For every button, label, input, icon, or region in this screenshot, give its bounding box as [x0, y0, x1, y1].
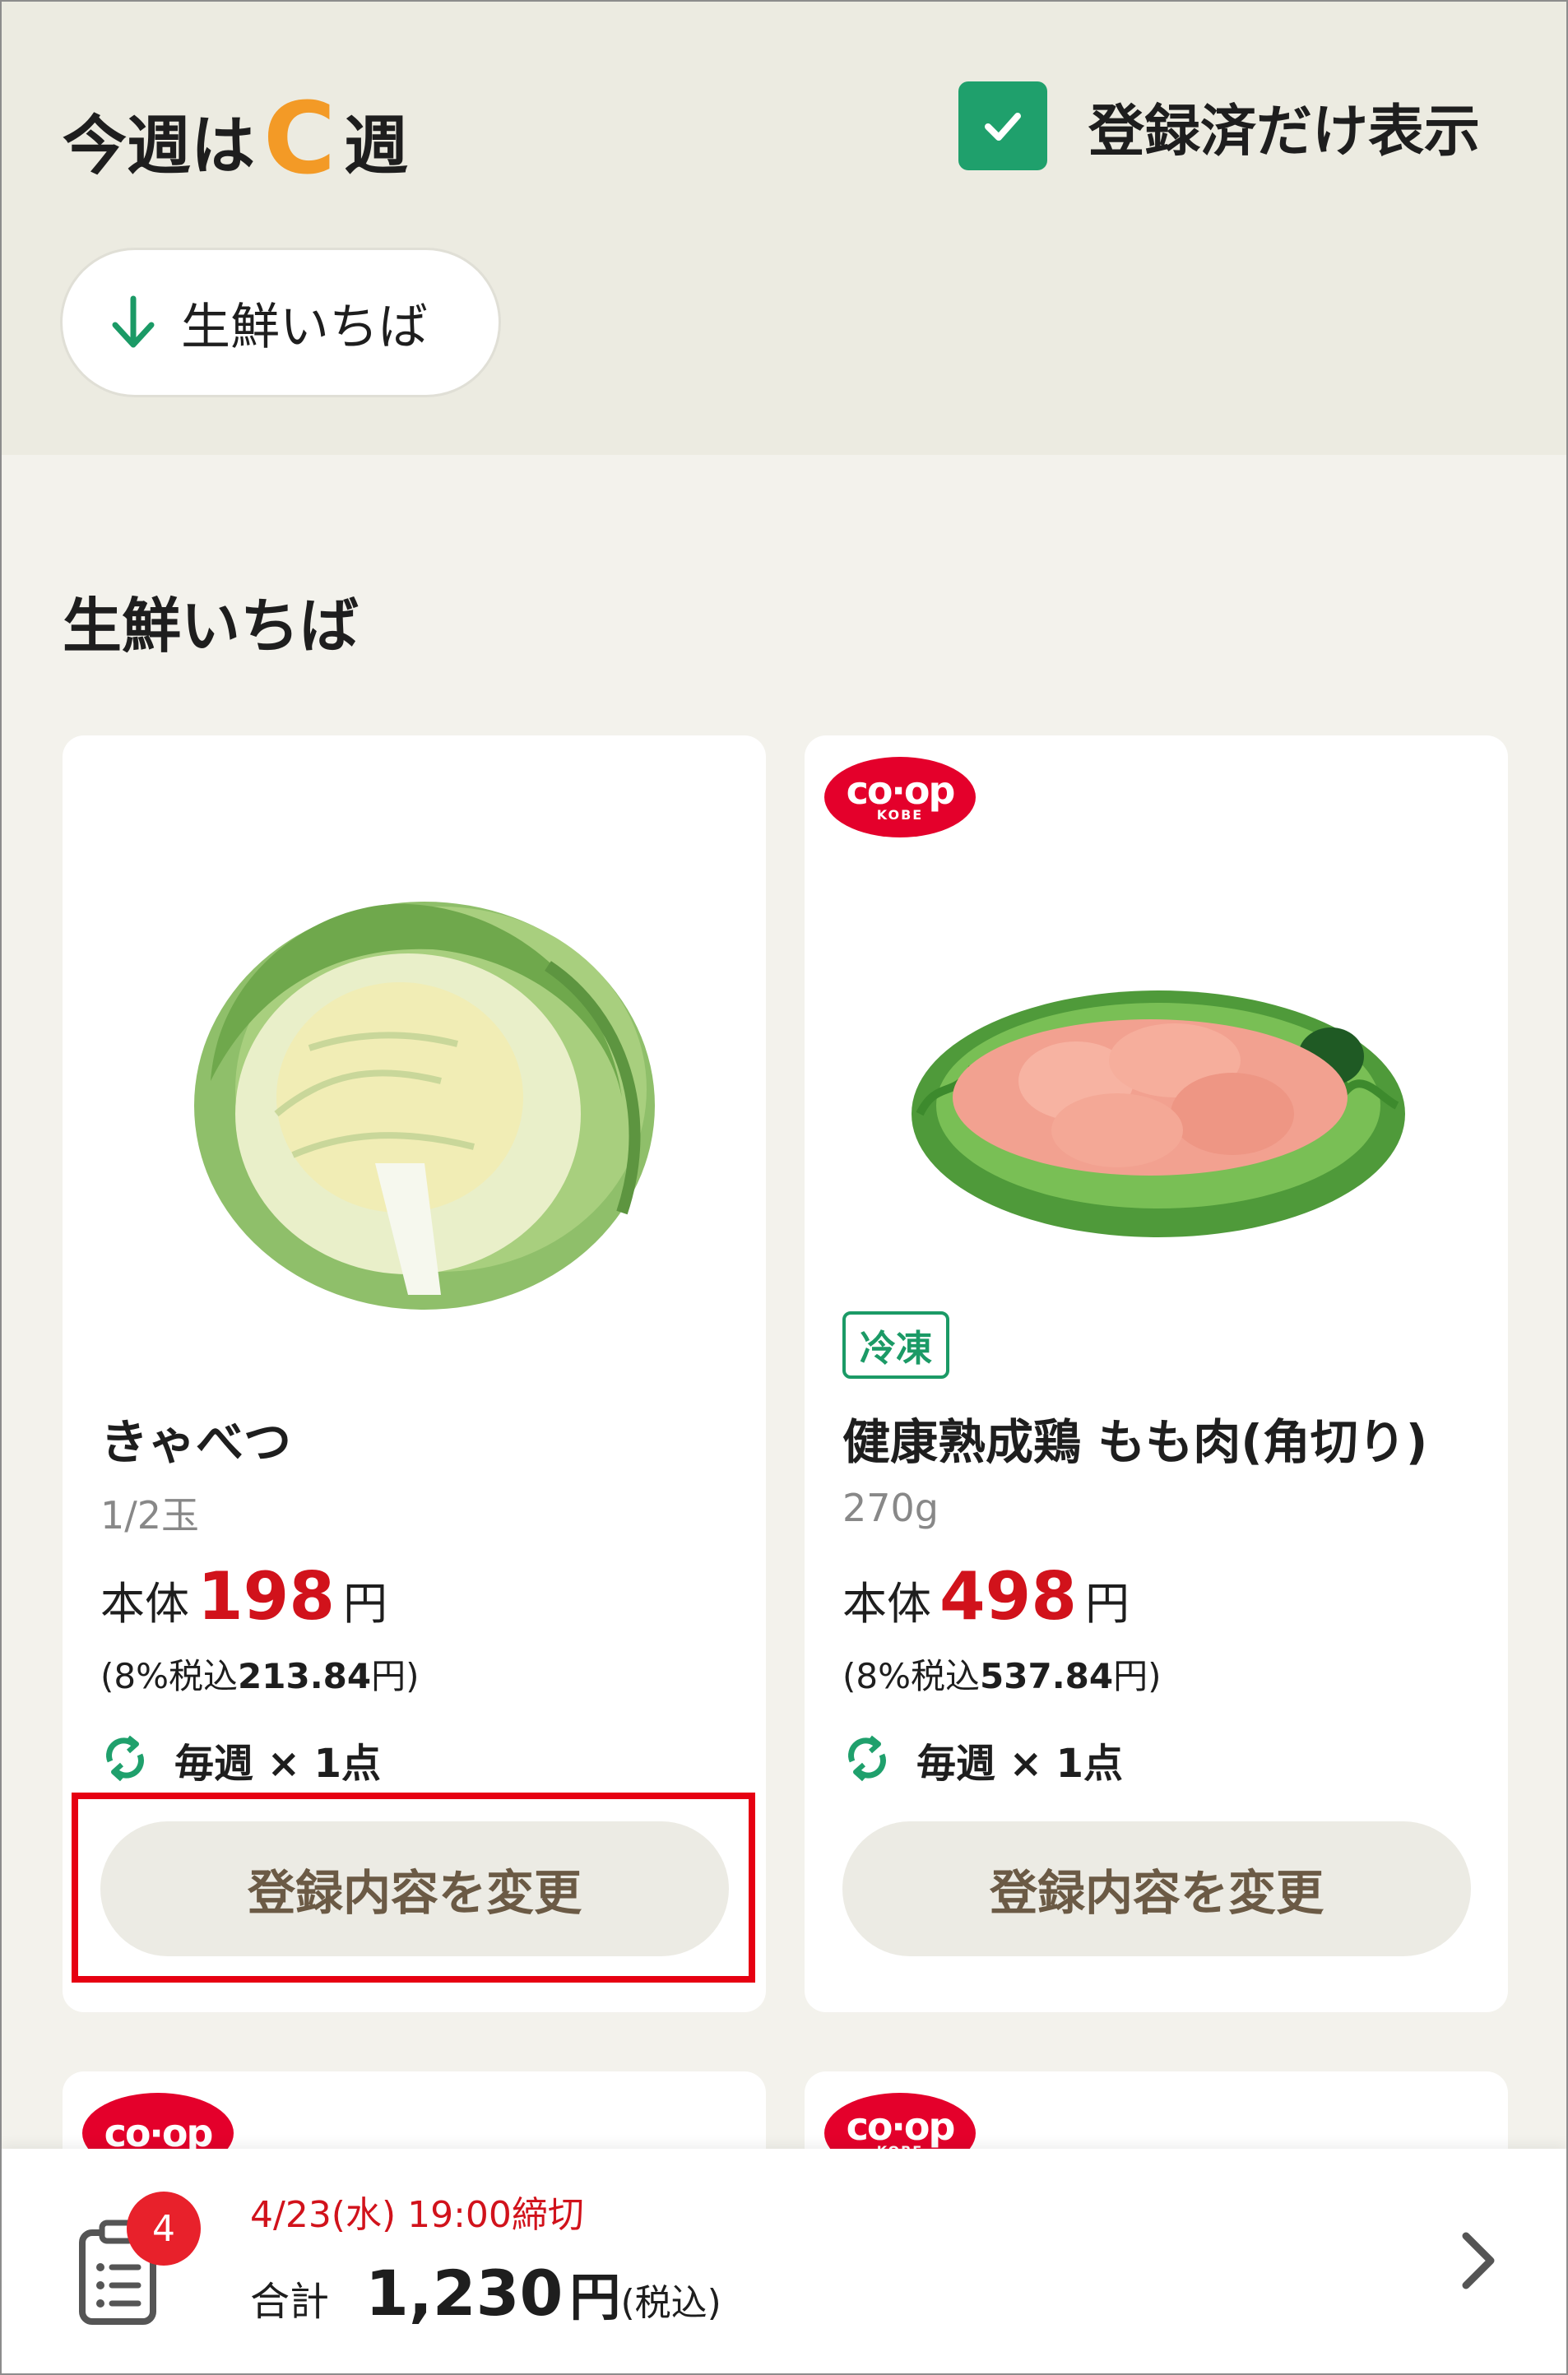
week-letter: C	[263, 82, 336, 197]
total-amount: 1,230	[365, 2257, 564, 2330]
price-value: 198	[197, 1558, 335, 1635]
price-value: 498	[939, 1558, 1077, 1635]
registered-only-toggle[interactable]: 登録済だけ表示	[958, 81, 1480, 170]
product-quantity: 1/2玉	[100, 1493, 200, 1538]
header: 今週はC 週 登録済だけ表示 生鮮いちば	[2, 2, 1566, 455]
app-frame: 今週はC 週 登録済だけ表示 生鮮いちば 生鮮いちば きゃべつ 1/2玉 本体 …	[0, 0, 1568, 2375]
tax-suffix: 円)	[371, 1656, 420, 1696]
frequency-text: 毎週 × 1点	[916, 1741, 1124, 1787]
category-chip-label: 生鮮いちば	[181, 298, 428, 356]
frequency-text: 毎週 × 1点	[174, 1741, 382, 1787]
product-name: きゃべつ	[100, 1414, 292, 1470]
price-label: 本体	[842, 1578, 931, 1630]
product-price: 本体 498 円	[842, 1558, 1130, 1635]
cabbage-image	[194, 902, 655, 1310]
cart-footer[interactable]: 4 4/23(水) 19:00締切 合計 1,230 円(税込)	[2, 2149, 1566, 2373]
price-yen: 円	[343, 1578, 387, 1630]
chevron-right-icon[interactable]	[1458, 2228, 1499, 2297]
chicken-image	[912, 990, 1405, 1237]
week-suffix: 週	[344, 109, 409, 183]
tax-price: 213.84	[238, 1656, 372, 1696]
price-label: 本体	[100, 1578, 189, 1630]
repeat-icon	[842, 1733, 892, 1786]
tax-suffix: 円)	[1113, 1656, 1162, 1696]
category-jump-button[interactable]: 生鮮いちば	[63, 250, 499, 395]
change-registration-button[interactable]: 登録内容を変更	[842, 1821, 1471, 1956]
price-yen: 円	[1085, 1578, 1130, 1630]
tax-price: 537.84	[980, 1656, 1114, 1696]
product-quantity: 270g	[842, 1486, 939, 1530]
tax-included-price: (8%税込537.84円)	[842, 1649, 1162, 1699]
week-prefix: 今週は	[63, 109, 256, 183]
product-card-chicken[interactable]: co·op KOBE 冷凍 健康熟成鶏 もも肉(角切り) 270g 本体 498 円…	[805, 735, 1508, 2012]
delivery-frequency: 毎週 × 1点	[100, 1731, 381, 1788]
registered-only-label: 登録済だけ表示	[1088, 99, 1481, 165]
highlight-box	[72, 1793, 755, 1983]
total-label: 合計	[250, 2279, 330, 2325]
section-title: 生鮮いちば	[63, 591, 360, 661]
frozen-tag: 冷凍	[842, 1311, 949, 1379]
cart-count-badge: 4	[127, 2192, 201, 2266]
arrow-down-icon	[109, 294, 158, 351]
delivery-frequency: 毎週 × 1点	[842, 1731, 1123, 1788]
product-name: 健康熟成鶏 もも肉(角切り)	[842, 1414, 1428, 1470]
tax-included-price: (8%税込213.84円)	[100, 1649, 420, 1699]
checkbox-checked-icon[interactable]	[958, 81, 1047, 170]
tax-prefix: (8%税込	[100, 1656, 239, 1696]
total-yen: 円	[569, 2267, 621, 2327]
product-price: 本体 198 円	[100, 1558, 387, 1635]
coop-kobe-logo: co·op KOBE	[824, 757, 976, 837]
repeat-icon	[100, 1733, 150, 1786]
order-deadline: 4/23(水) 19:00締切	[250, 2194, 584, 2236]
tax-prefix: (8%税込	[842, 1656, 981, 1696]
order-total: 合計 1,230 円(税込)	[250, 2256, 721, 2330]
week-indicator: 今週はC 週	[63, 82, 408, 197]
total-tax-note: (税込)	[620, 2282, 721, 2324]
